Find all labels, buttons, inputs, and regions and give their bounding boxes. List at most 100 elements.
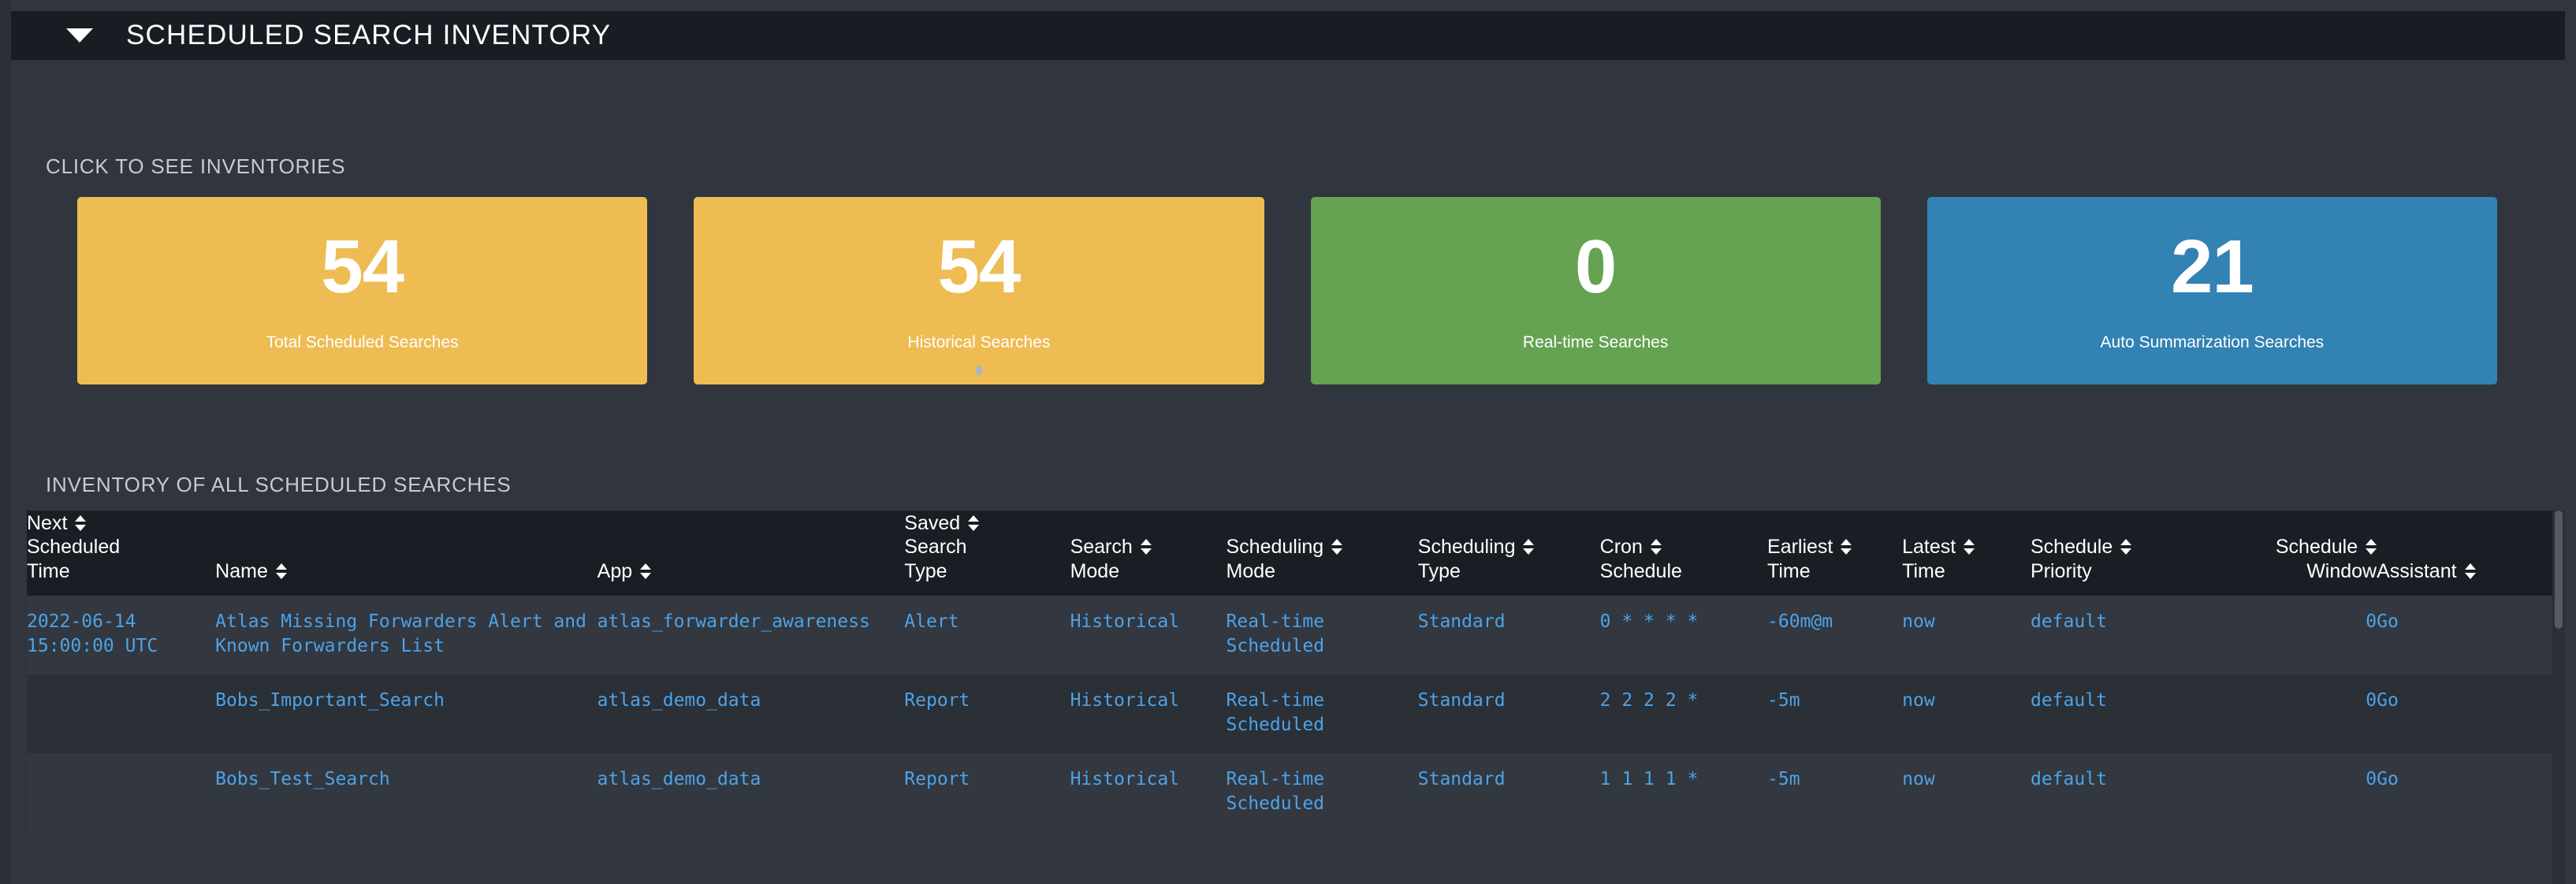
sort-arrows-icon[interactable] — [275, 562, 287, 582]
stat-card-label: Historical Searches — [907, 333, 1051, 351]
cell-value-link[interactable]: -5m — [1767, 769, 1800, 789]
column-header-line: Time — [1767, 559, 1811, 582]
column-header-name[interactable]: Name — [215, 511, 597, 596]
column-header-scheduling-type[interactable]: Scheduling Type — [1418, 511, 1600, 596]
cell-value-link[interactable]: now — [1902, 690, 1935, 711]
sort-arrows-icon[interactable] — [1140, 537, 1152, 558]
table-row[interactable]: Bobs_Test_Search atlas_demo_data Report His… — [27, 753, 2556, 832]
cursor-dot-indicator — [975, 366, 983, 376]
cell-value-link[interactable]: Alert — [904, 611, 959, 632]
inventories-section-label: CLICK TO SEE INVENTORIES — [46, 154, 346, 178]
cell-value-link[interactable]: 0 — [2366, 690, 2377, 711]
cell-saved-search-type: Report — [904, 674, 1070, 753]
sort-arrows-icon[interactable] — [968, 514, 980, 534]
cell-value-link[interactable]: Real-time Scheduled — [1227, 611, 1325, 656]
cell-value-link[interactable]: 2022-06-14 15:00:00 UTC — [27, 611, 158, 656]
cell-value-link[interactable]: Standard — [1418, 690, 1506, 711]
table-row[interactable]: 2022-06-14 15:00:00 UTC Atlas Missing For… — [27, 596, 2556, 674]
sort-arrows-icon[interactable] — [1964, 537, 1975, 558]
stat-card-total-scheduled-searches[interactable]: 54 Total Scheduled Searches — [77, 197, 648, 384]
column-header-cron-schedule[interactable]: Cron Schedule — [1600, 511, 1767, 596]
cell-value-link[interactable]: atlas_forwarder_awareness — [597, 611, 870, 632]
cell-schedule-priority: default — [2031, 753, 2225, 832]
cell-value-link[interactable]: default — [2031, 769, 2107, 789]
cell-value-link[interactable]: Real-time Scheduled — [1227, 690, 1325, 735]
cell-value-link[interactable]: Bobs_Important_Search — [215, 690, 445, 711]
stat-card-value: 54 — [937, 225, 1021, 309]
cell-saved-search-type: Report — [904, 753, 1070, 832]
cell-value-link[interactable]: 0 — [2366, 611, 2377, 632]
cell-value-link[interactable]: 0 * * * * — [1600, 611, 1699, 632]
table-body: 2022-06-14 15:00:00 UTC Atlas Missing For… — [27, 596, 2556, 832]
column-header-search-mode[interactable]: Search Mode — [1070, 511, 1227, 596]
sort-arrows-icon[interactable] — [75, 514, 87, 534]
cell-scheduling-mode: Real-time Scheduled — [1227, 753, 1418, 832]
cell-value-link[interactable]: Report — [904, 769, 970, 789]
stat-card-real-time-searches[interactable]: 0 Real-time Searches — [1310, 197, 1881, 384]
cell-value-link[interactable]: 1 1 1 1 * — [1600, 769, 1699, 789]
sort-arrows-icon[interactable] — [2120, 537, 2132, 558]
column-header-schedule-window[interactable]: Schedule Window — [2225, 511, 2377, 596]
vertical-scrollbar-thumb[interactable] — [2555, 511, 2563, 629]
assistant-go-link[interactable]: Go — [2377, 690, 2399, 711]
column-header-scheduling-mode[interactable]: Scheduling Mode — [1227, 511, 1418, 596]
cell-cron-schedule: 1 1 1 1 * — [1600, 753, 1767, 832]
column-header-line: Schedule — [2225, 535, 2377, 559]
table-row[interactable]: Bobs_Important_Search atlas_demo_data Repo… — [27, 674, 2556, 753]
sort-arrows-icon[interactable] — [2366, 537, 2377, 558]
column-header-earliest-time[interactable]: Earliest Time — [1767, 511, 1902, 596]
column-header-line: App — [597, 559, 878, 584]
cell-value-link[interactable]: atlas_demo_data — [597, 769, 761, 789]
cell-value-link[interactable]: Historical — [1070, 611, 1179, 632]
cell-value-link[interactable]: Bobs_Test_Search — [215, 769, 390, 789]
cell-latest-time: now — [1902, 753, 2031, 832]
cell-app: atlas_forwarder_awareness — [597, 596, 905, 674]
cell-value-link[interactable]: Report — [904, 690, 970, 711]
column-header-saved-search-type[interactable]: Saved Search Type — [904, 511, 1070, 596]
column-header-line: Saved — [904, 511, 1043, 536]
column-header-line: Scheduling — [1418, 535, 1573, 559]
assistant-go-link[interactable]: Go — [2377, 769, 2399, 789]
column-header-schedule-priority[interactable]: Schedule Priority — [2031, 511, 2225, 596]
cell-schedule-window: 0 — [2225, 674, 2377, 753]
cell-value-link[interactable]: now — [1902, 611, 1935, 632]
cell-value-link[interactable]: 2 2 2 2 * — [1600, 690, 1699, 711]
cell-value-link[interactable]: Real-time Scheduled — [1227, 769, 1325, 814]
cell-value-link[interactable]: Historical — [1070, 769, 1179, 789]
sort-arrows-icon[interactable] — [2464, 562, 2476, 582]
cell-value-link[interactable]: default — [2031, 611, 2107, 632]
cell-value-link[interactable]: Historical — [1070, 690, 1179, 711]
cell-value-link[interactable]: -5m — [1767, 690, 1800, 711]
cell-schedule-priority: default — [2031, 674, 2225, 753]
cell-value-link[interactable]: Atlas Missing Forwarders Alert and Known… — [215, 611, 586, 656]
cell-earliest-time: -60m@m — [1767, 596, 1902, 674]
cell-next-scheduled-time — [27, 674, 215, 753]
column-header-next-scheduled-time[interactable]: Next Scheduled Time — [27, 511, 215, 596]
cell-value-link[interactable]: Standard — [1418, 769, 1506, 789]
cell-value-link[interactable]: now — [1902, 769, 1935, 789]
sort-arrows-icon[interactable] — [640, 562, 652, 582]
column-header-line: Assistant — [2377, 559, 2529, 584]
vertical-scrollbar[interactable] — [2552, 511, 2565, 884]
cell-value-link[interactable]: default — [2031, 690, 2107, 711]
cell-value-link[interactable]: 0 — [2366, 769, 2377, 789]
triangle-down-icon[interactable] — [66, 28, 93, 43]
sort-arrows-icon[interactable] — [1841, 537, 1852, 558]
sort-arrows-icon[interactable] — [1331, 537, 1343, 558]
column-header-latest-time[interactable]: Latest Time — [1902, 511, 2031, 596]
column-header-assistant[interactable]: Assistant — [2377, 511, 2556, 596]
column-header-app[interactable]: App — [597, 511, 905, 596]
stat-card-auto-summarization-searches[interactable]: 21 Auto Summarization Searches — [1926, 197, 2497, 384]
sort-arrows-icon[interactable] — [1650, 537, 1662, 558]
cell-value-link[interactable]: Standard — [1418, 611, 1506, 632]
stat-card-label: Total Scheduled Searches — [266, 333, 459, 351]
column-header-line: Search — [904, 536, 967, 558]
cell-value-link[interactable]: -60m@m — [1767, 611, 1833, 632]
scheduled-search-table-container: Next Scheduled Time Name App Saved Search Typ… — [27, 511, 2556, 884]
assistant-go-link[interactable]: Go — [2377, 611, 2399, 632]
cell-saved-search-type: Alert — [904, 596, 1070, 674]
cell-earliest-time: -5m — [1767, 753, 1902, 832]
cell-value-link[interactable]: atlas_demo_data — [597, 690, 761, 711]
stat-card-historical-searches[interactable]: 54 Historical Searches — [694, 197, 1264, 384]
sort-arrows-icon[interactable] — [1523, 537, 1535, 558]
